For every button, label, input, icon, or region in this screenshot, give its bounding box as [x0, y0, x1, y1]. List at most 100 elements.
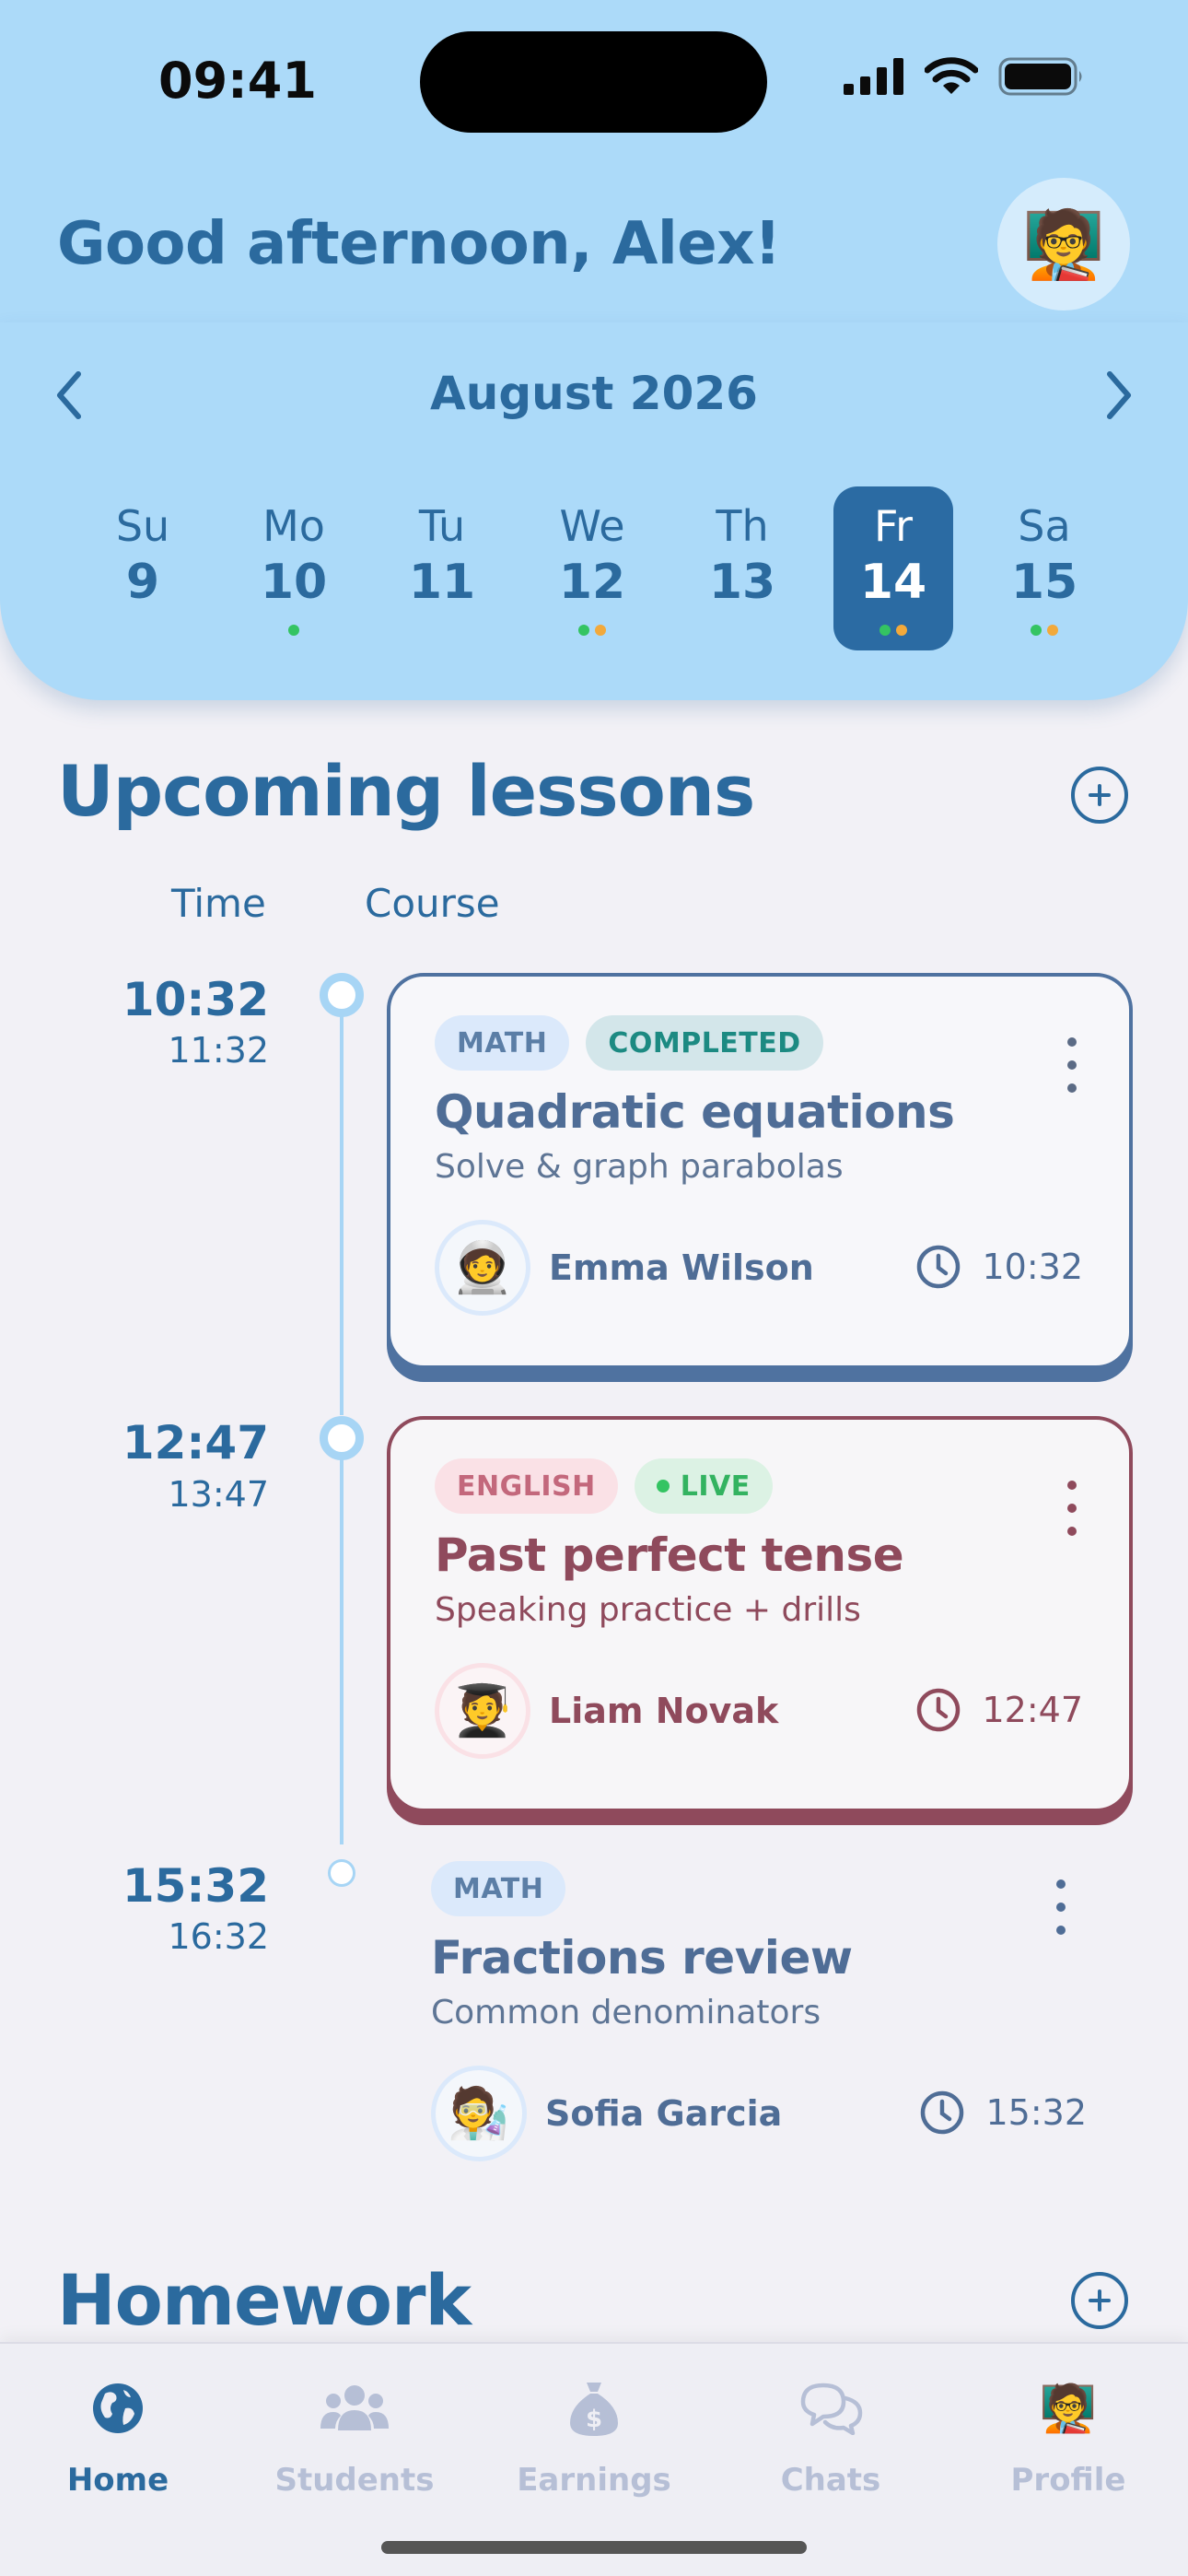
lesson-tags: MATH	[431, 1861, 566, 1916]
clock-icon	[917, 1245, 961, 1289]
add-homework-button[interactable]	[1071, 2272, 1128, 2329]
lesson-start-time: 15:32	[122, 1859, 269, 1913]
lesson-title: Past perfect tense	[435, 1528, 904, 1582]
teacher-avatar: 🧑‍🚀	[435, 1220, 530, 1316]
tab-label: Earnings	[517, 2462, 671, 2499]
lesson-start-time: 10:32	[122, 973, 269, 1026]
event-dot	[288, 625, 299, 636]
timeline-node	[320, 1416, 364, 1460]
more-dots-icon	[1067, 1481, 1077, 1490]
lesson-card[interactable]: ENGLISH LIVE Past perfect tense Speaking…	[387, 1416, 1133, 1812]
day-fr[interactable]: Fr 14	[833, 486, 953, 650]
more-options-button[interactable]	[1061, 1037, 1083, 1093]
dot	[1067, 1083, 1077, 1093]
tab-earnings[interactable]: $ Earnings	[479, 2371, 709, 2499]
lesson-start-time: 12:47	[122, 1416, 269, 1469]
day-date: 12	[558, 555, 626, 610]
day-name: We	[559, 501, 625, 551]
day-date: 9	[125, 555, 160, 610]
status-label: LIVE	[680, 1469, 751, 1503]
teacher-info[interactable]: 🧑‍🔬 Sofia Garcia	[431, 2066, 782, 2161]
more-options-button[interactable]	[1050, 1879, 1072, 1935]
event-dots	[833, 625, 953, 636]
day-su[interactable]: Su 9	[83, 486, 203, 650]
day-name: Tu	[418, 501, 466, 551]
timeline-line	[340, 1458, 344, 1844]
battery-icon	[998, 57, 1082, 96]
timeline-line	[340, 1013, 344, 1415]
teacher-name: Emma Wilson	[549, 1247, 814, 1288]
day-name: Mo	[262, 501, 325, 551]
live-dot-icon	[656, 1480, 670, 1493]
day-th[interactable]: Th 13	[682, 486, 802, 650]
tab-label: Chats	[780, 2462, 881, 2499]
teacher-avatar: 🧑‍🔬	[431, 2066, 527, 2161]
tab-home[interactable]: Home	[3, 2371, 233, 2499]
dot	[1067, 1060, 1077, 1070]
lesson-subtitle: Solve & graph parabolas	[435, 1148, 844, 1186]
lesson-card[interactable]: MATH Fractions review Common denominator…	[387, 1843, 1133, 2184]
tab-label: Students	[274, 2462, 435, 2499]
people-icon	[320, 2385, 389, 2430]
tab-label: Home	[66, 2462, 169, 2499]
day-mo[interactable]: Mo 10	[234, 486, 354, 650]
day-date: 11	[408, 555, 476, 610]
upcoming-title: Upcoming lessons	[57, 750, 755, 832]
lesson-subtitle: Speaking practice + drills	[435, 1591, 861, 1629]
day-sa[interactable]: Sa 15	[984, 486, 1104, 650]
lesson-subtitle: Common denominators	[431, 1994, 821, 2032]
wifi-icon	[925, 57, 978, 94]
more-dots-icon	[1067, 1037, 1077, 1047]
teacher-name: Liam Novak	[549, 1691, 779, 1731]
day-date: 15	[1010, 555, 1078, 610]
money-bag-icon: $	[570, 2383, 618, 2436]
teacher-name: Sofia Garcia	[545, 2093, 783, 2134]
lesson-time: 15:32	[919, 2090, 1087, 2136]
day-name: Sa	[1018, 501, 1071, 551]
tab-students[interactable]: Students	[239, 2371, 470, 2499]
day-date: 13	[708, 555, 776, 610]
lesson-time-label: 12:47	[982, 1690, 1083, 1730]
event-dot	[896, 625, 907, 636]
day-name: Th	[716, 501, 769, 551]
lesson-time-label: 15:32	[985, 2092, 1087, 2133]
chevron-right-icon	[1107, 371, 1131, 419]
clock-icon	[921, 2090, 964, 2135]
lesson-title: Fractions review	[431, 1931, 853, 1985]
month-label: August 2026	[430, 367, 758, 420]
timeline-node	[328, 1859, 355, 1887]
event-dots	[984, 625, 1104, 636]
add-lesson-button[interactable]	[1071, 767, 1128, 824]
day-name: Fr	[873, 501, 914, 551]
more-options-button[interactable]	[1061, 1481, 1083, 1536]
user-avatar[interactable]: 🧑‍🏫	[997, 178, 1130, 310]
greeting: Good afternoon, Alex!	[57, 210, 781, 278]
tab-chats[interactable]: Chats	[716, 2371, 946, 2499]
next-month-button[interactable]	[1092, 362, 1147, 428]
day-date: 10	[260, 555, 328, 610]
teacher-info[interactable]: 🧑‍🚀 Emma Wilson	[435, 1220, 814, 1316]
dynamic-island	[420, 31, 767, 133]
status-badge: COMPLETED	[586, 1015, 823, 1071]
lesson-end-time: 16:32	[168, 1916, 269, 1957]
day-tu[interactable]: Tu 11	[382, 486, 502, 650]
dot	[1067, 1504, 1077, 1513]
chat-bubbles-icon	[800, 2383, 863, 2435]
subject-tag: MATH	[431, 1861, 566, 1916]
cellular-signal-icon	[844, 58, 903, 95]
status-badge: LIVE	[634, 1458, 773, 1514]
event-dots	[234, 625, 354, 636]
event-dot	[595, 625, 606, 636]
lesson-card[interactable]: MATH COMPLETED Quadratic equations Solve…	[387, 973, 1133, 1369]
home-indicator	[381, 2541, 807, 2554]
subject-tag: MATH	[435, 1015, 570, 1071]
column-course-header: Course	[365, 881, 500, 926]
day-date: 14	[859, 555, 927, 610]
lesson-title: Quadratic equations	[435, 1085, 955, 1139]
tab-label: Profile	[1010, 2462, 1126, 2499]
profile-avatar-icon: 🧑‍🏫	[1039, 2381, 1098, 2435]
tab-profile[interactable]: 🧑‍🏫 Profile	[953, 2371, 1183, 2500]
day-we[interactable]: We 12	[532, 486, 652, 650]
teacher-info[interactable]: 🧑‍🎓 Liam Novak	[435, 1663, 778, 1759]
svg-text:$: $	[586, 2406, 602, 2433]
